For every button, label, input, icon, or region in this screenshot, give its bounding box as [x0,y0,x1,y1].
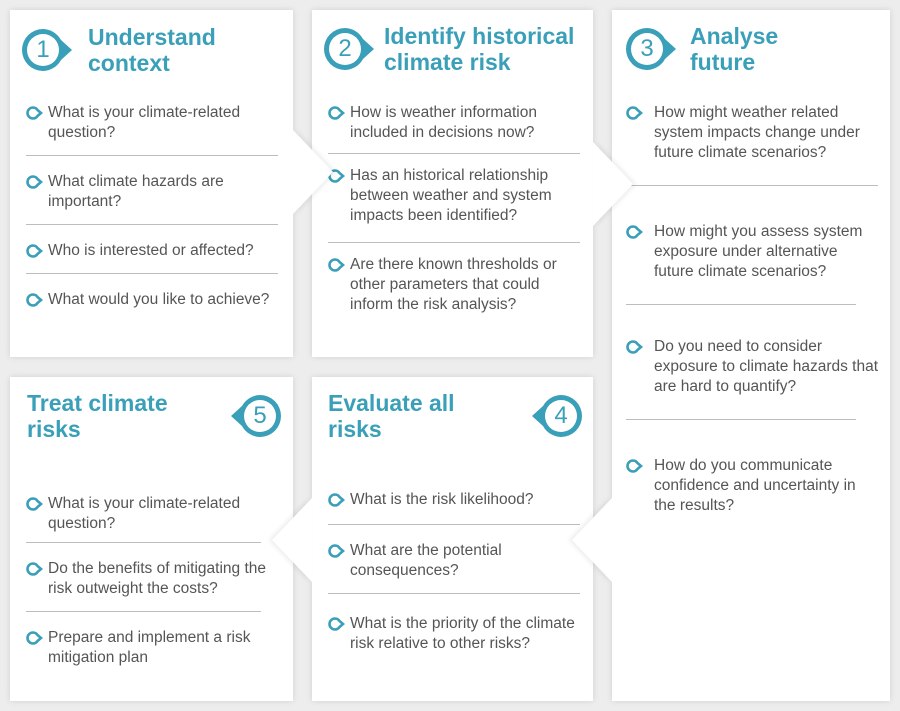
question-item: Prepare and implement a risk mitigation … [26,628,271,668]
bullet-icon [26,631,43,645]
bullet-icon [26,562,43,576]
step-number-badge-icon: 4 [530,393,584,439]
divider [626,185,878,186]
divider [26,273,278,274]
step-number-badge-icon: 2 [322,26,376,72]
step-card-identify-historical-climate-risk: 2 Identify historical climate risk How i… [312,10,593,357]
flow-arrow-right-icon [593,142,633,226]
question-list: How is weather information included in d… [328,103,581,315]
flow-arrow-left-icon [572,498,612,582]
bullet-icon [328,106,345,120]
step-header: Treat climate risks 5 [27,390,283,442]
question-list: What is your climate-related question? D… [26,494,271,668]
step-header: 1 Understand context [20,24,216,76]
step-card-analyse-future: 3 Analyse future How might weather relat… [612,10,890,701]
question-item: Do the benefits of mitigating the risk o… [26,559,271,599]
step-title: Evaluate all risks [328,390,455,442]
bullet-icon [26,497,43,511]
bullet-icon [626,106,643,120]
question-item: Has an historical relationship between w… [328,166,581,226]
step-card-evaluate-all-risks: Evaluate all risks 4 What is the risk li… [312,377,593,701]
question-item: Do you need to consider exposure to clim… [626,337,878,397]
question-list: How might weather related system impacts… [626,103,878,516]
step-number: 4 [554,402,568,429]
bullet-icon [328,258,345,272]
step-header: 2 Identify historical climate risk [322,23,574,75]
step-number: 2 [338,35,352,62]
step-number-badge-icon: 1 [20,27,74,73]
question-list: What is your climate-related question? W… [26,103,281,310]
divider [328,242,580,243]
divider [26,542,261,543]
divider [626,419,856,420]
question-item: What would you like to achieve? [26,290,281,310]
bullet-icon [626,225,643,239]
step-title: Analyse future [690,23,779,75]
step-title: Treat climate risks [27,390,168,442]
bullet-icon [26,175,43,189]
question-item: How might weather related system impacts… [626,103,878,163]
step-number: 5 [253,402,267,429]
bullet-icon [26,106,43,120]
question-item: How is weather information included in d… [328,103,581,143]
divider [26,155,278,156]
step-title: Identify historical climate risk [384,23,575,75]
step-header: Evaluate all risks 4 [328,390,584,442]
question-list: What is the risk likelihood? What are th… [328,490,581,654]
question-item: What climate hazards are important? [26,172,281,212]
bullet-icon [626,459,643,473]
divider [328,593,580,594]
divider [328,524,580,525]
question-item: What is the risk likelihood? [328,490,581,510]
divider [26,611,261,612]
flow-arrow-left-icon [272,498,312,582]
question-item: What is your climate-related question? [26,494,271,534]
divider [328,153,580,154]
question-item: What are the potential consequences? [328,541,581,581]
divider [626,304,856,305]
bullet-icon [328,493,345,507]
bullet-icon [328,617,345,631]
bullet-icon [328,544,345,558]
bullet-icon [626,340,643,354]
question-item: What is the priority of the climate risk… [328,614,581,654]
step-number-badge-icon: 5 [229,393,283,439]
question-item: What is your climate-related question? [26,103,281,143]
step-number: 1 [36,36,50,63]
divider [26,224,278,225]
step-card-understand-context: 1 Understand context What is your climat… [10,10,293,357]
step-number-badge-icon: 3 [624,26,678,72]
question-item: How do you communicate confidence and un… [626,456,878,516]
step-card-treat-climate-risks: Treat climate risks 5 What is your clima… [10,377,293,701]
flow-arrow-right-icon [293,130,333,214]
step-title: Understand context [88,24,216,76]
question-item: Who is interested or affected? [26,241,281,261]
question-item: How might you assess system exposure und… [626,222,878,282]
step-header: 3 Analyse future [624,23,778,75]
step-number: 3 [640,35,654,62]
bullet-icon [26,293,43,307]
bullet-icon [26,244,43,258]
question-item: Are there known thresholds or other para… [328,255,581,315]
